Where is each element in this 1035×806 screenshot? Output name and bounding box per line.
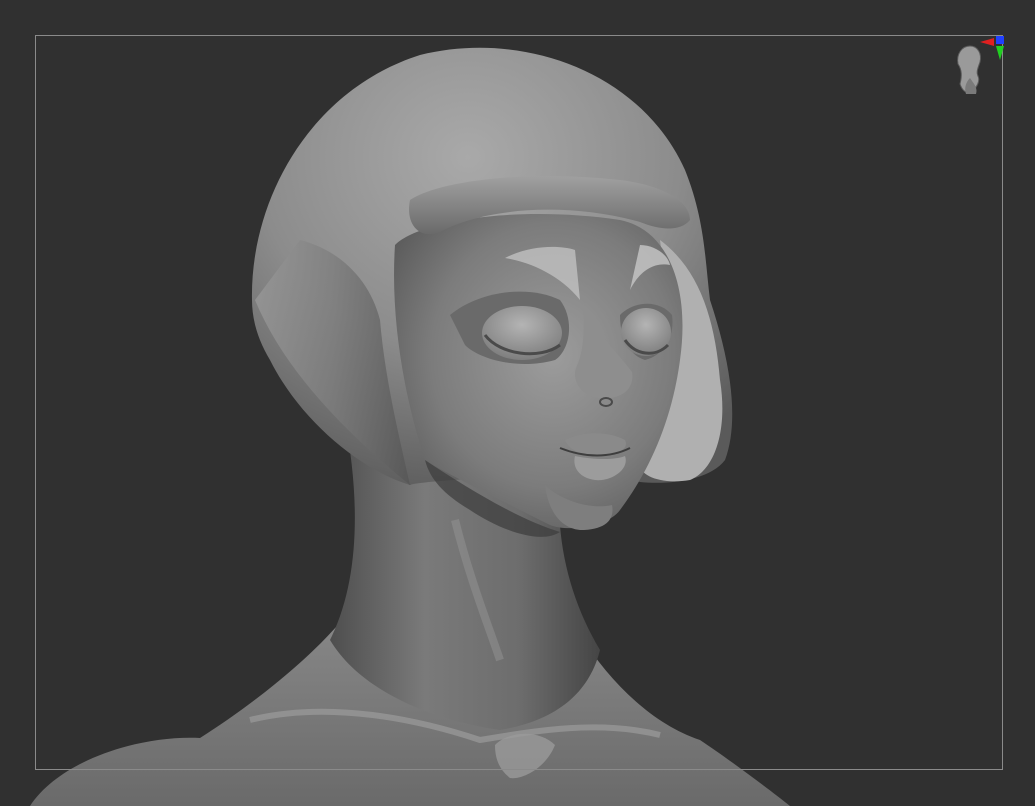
- axis-z-icon: [996, 36, 1004, 44]
- 3d-viewport[interactable]: [0, 0, 1035, 806]
- head-orientation-icon: [957, 36, 1004, 94]
- axis-x-icon: [980, 38, 994, 46]
- axis-y-icon: [996, 46, 1004, 60]
- sculpt-model[interactable]: [0, 0, 1035, 806]
- navigation-gizmo[interactable]: [948, 34, 1008, 98]
